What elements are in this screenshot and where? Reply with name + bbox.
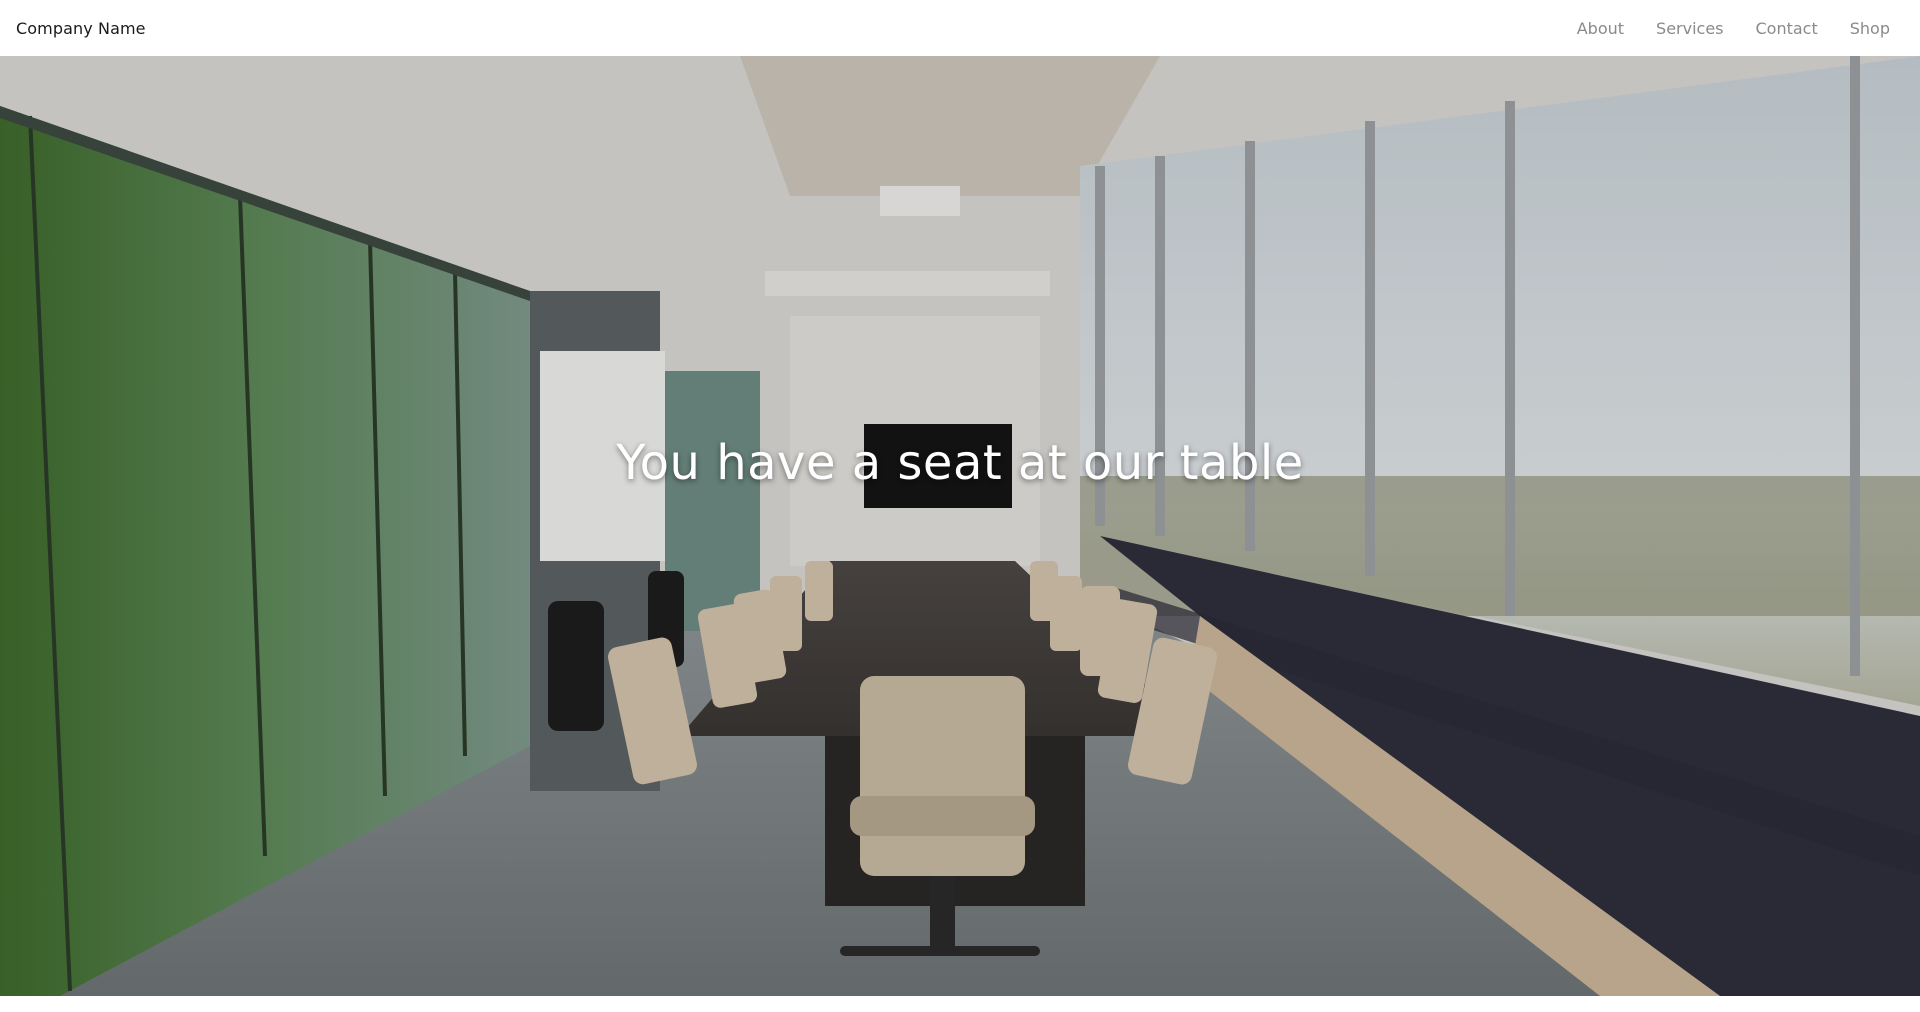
top-navbar: Company Name About Services Contact Shop bbox=[0, 0, 1920, 56]
nav-link-shop[interactable]: Shop bbox=[1850, 19, 1890, 38]
nav-link-services[interactable]: Services bbox=[1656, 19, 1723, 38]
page-bottom-strip bbox=[0, 996, 1920, 1012]
nav-link-about[interactable]: About bbox=[1577, 19, 1624, 38]
nav-links: About Services Contact Shop bbox=[1545, 19, 1890, 38]
brand-link[interactable]: Company Name bbox=[16, 19, 146, 38]
conference-room-image bbox=[0, 56, 1920, 996]
hero-title: You have a seat at our table bbox=[616, 435, 1304, 491]
nav-link-contact[interactable]: Contact bbox=[1756, 19, 1818, 38]
hero-section: You have a seat at our table bbox=[0, 56, 1920, 996]
